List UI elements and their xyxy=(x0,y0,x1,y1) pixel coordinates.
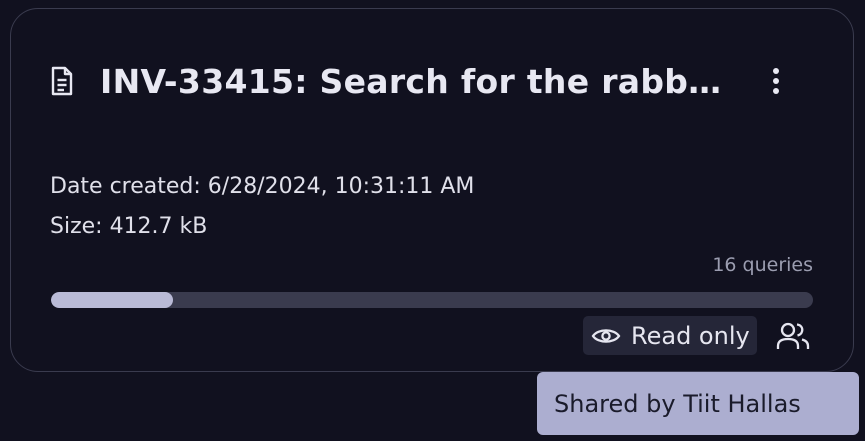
card-title[interactable]: INV-33415: Search for the rabb… xyxy=(100,62,721,101)
query-count: 16 queries xyxy=(712,254,813,276)
access-label: Read only xyxy=(631,321,750,350)
card-header: INV-33415: Search for the rabb… xyxy=(50,56,830,106)
shared-by-tooltip: Shared by Tiit Hallas xyxy=(537,372,859,435)
tooltip-text: Shared by Tiit Hallas xyxy=(554,389,801,418)
document-icon xyxy=(50,64,78,98)
shared-users-button[interactable] xyxy=(776,320,810,352)
eye-icon xyxy=(591,328,621,343)
file-size: Size: 412.7 kB xyxy=(50,214,208,239)
users-icon xyxy=(776,322,810,349)
date-created: Date created: 6/28/2024, 10:31:11 AM xyxy=(50,174,475,199)
more-vertical-icon xyxy=(773,68,779,94)
read-only-badge: Read only xyxy=(583,316,757,355)
progress-fill xyxy=(51,292,173,308)
more-options-button[interactable] xyxy=(762,64,790,98)
progress-bar xyxy=(51,292,813,308)
